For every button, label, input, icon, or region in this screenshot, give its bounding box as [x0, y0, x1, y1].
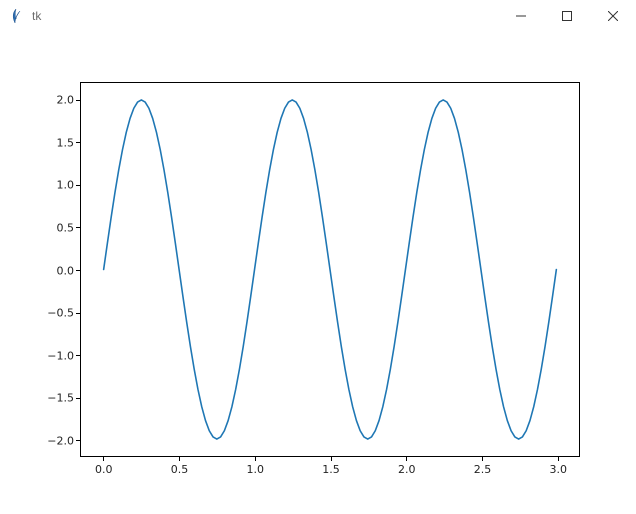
x-tick	[331, 456, 332, 461]
x-tick	[558, 456, 559, 461]
x-tick-label: 3.0	[550, 463, 568, 476]
y-tick	[76, 270, 81, 271]
y-tick	[76, 142, 81, 143]
y-tick-label: 1.0	[57, 179, 75, 192]
y-tick-label: −1.0	[47, 349, 74, 362]
y-tick-label: 0.5	[57, 221, 75, 234]
y-tick-label: 2.0	[57, 94, 75, 107]
window-controls	[498, 0, 636, 32]
x-tick-label: 2.0	[398, 463, 416, 476]
close-button[interactable]	[590, 0, 636, 32]
tk-feather-icon	[8, 8, 24, 24]
chart-series-line	[104, 100, 557, 439]
y-tick-label: 0.0	[57, 264, 75, 277]
chart-line-svg	[81, 83, 579, 456]
y-tick	[76, 227, 81, 228]
x-tick	[255, 456, 256, 461]
window-title: tk	[32, 9, 41, 23]
y-tick-label: −1.5	[47, 392, 74, 405]
window-titlebar: tk	[0, 0, 636, 32]
x-tick-label: 0.5	[171, 463, 189, 476]
x-tick	[482, 456, 483, 461]
chart-axes: 0.00.51.01.52.02.53.0−2.0−1.5−1.0−0.50.0…	[80, 82, 580, 457]
x-tick	[179, 456, 180, 461]
minimize-button[interactable]	[498, 0, 544, 32]
x-tick-label: 1.5	[322, 463, 340, 476]
x-tick	[103, 456, 104, 461]
y-tick-label: −0.5	[47, 307, 74, 320]
y-tick	[76, 440, 81, 441]
x-tick-label: 1.0	[246, 463, 264, 476]
y-tick-label: 1.5	[57, 136, 75, 149]
x-tick-label: 0.0	[95, 463, 113, 476]
y-tick	[76, 100, 81, 101]
y-tick	[76, 355, 81, 356]
chart-figure: 0.0 0.5 1.0 1.5 2.0 2.5 3.0 −2.0 −1.5 −1.0 −0.5 0.0…	[0, 32, 636, 514]
y-tick	[76, 313, 81, 314]
y-tick	[76, 185, 81, 186]
x-tick	[406, 456, 407, 461]
maximize-button[interactable]	[544, 0, 590, 32]
titlebar-left: tk	[8, 8, 41, 24]
y-tick-label: −2.0	[47, 434, 74, 447]
x-tick-label: 2.5	[474, 463, 492, 476]
y-tick	[76, 398, 81, 399]
